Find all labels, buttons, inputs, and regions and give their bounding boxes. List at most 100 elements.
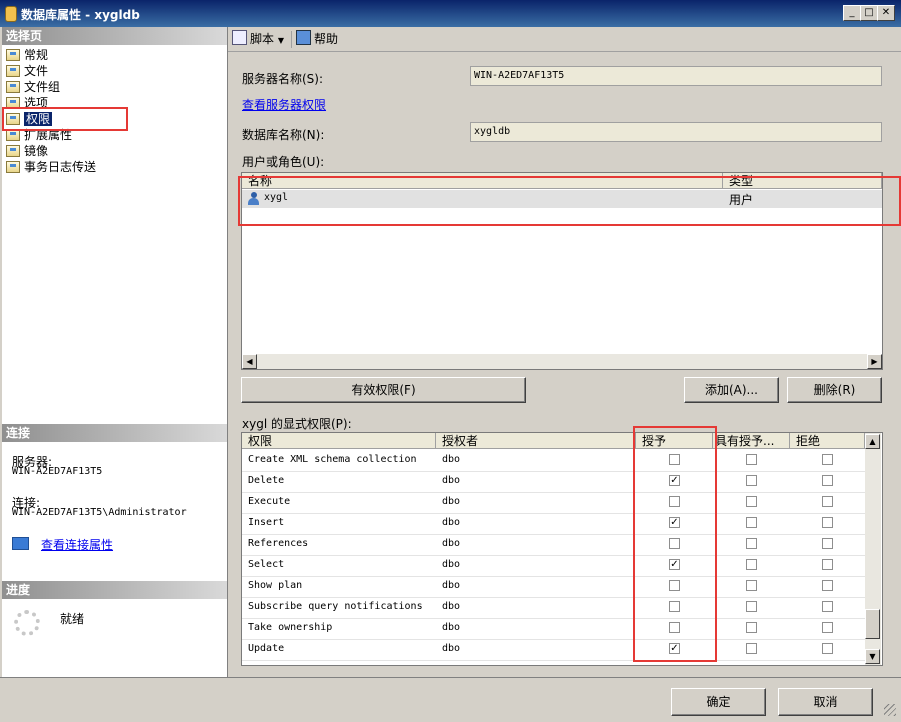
view-connection-properties[interactable]: 查看连接属性 xyxy=(12,536,113,553)
scroll-up-icon[interactable]: ▲ xyxy=(865,434,880,449)
scroll-left-icon[interactable]: ◀ xyxy=(242,354,257,369)
users-roles-label: 用户或角色(U): xyxy=(242,155,325,169)
with-grant-checkbox[interactable] xyxy=(746,517,757,528)
with-grant-checkbox[interactable] xyxy=(746,475,757,486)
close-button[interactable]: ✕ xyxy=(877,5,895,21)
view-connection-properties-link[interactable]: 查看连接属性 xyxy=(41,538,113,552)
deny-checkbox[interactable] xyxy=(822,538,833,549)
page-icon xyxy=(6,81,20,93)
permission-grantor: dbo xyxy=(442,643,461,654)
database-icon xyxy=(5,6,17,22)
title-bar: 数据库属性 - xygldb _ □ ✕ xyxy=(0,0,901,27)
server-name-label: 服务器名称(S): xyxy=(242,72,324,86)
permission-grantor: dbo xyxy=(442,496,461,507)
deny-checkbox[interactable] xyxy=(822,475,833,486)
deny-checkbox[interactable] xyxy=(822,496,833,507)
highlight-permissions-nav xyxy=(2,107,128,131)
users-horizontal-scrollbar[interactable]: ◀ ▶ xyxy=(242,354,882,369)
deny-checkbox[interactable] xyxy=(822,580,833,591)
resize-grip-icon[interactable] xyxy=(884,704,896,716)
permission-row[interactable]: References dbo xyxy=(242,534,865,556)
permission-grantor: dbo xyxy=(442,517,461,528)
maximize-button[interactable]: □ xyxy=(860,5,878,21)
remove-button[interactable]: 删除(R) xyxy=(787,377,882,403)
nav-item[interactable]: 文件组 xyxy=(6,79,60,95)
perm-column-with-grant[interactable]: 具有授予... xyxy=(713,433,790,449)
help-label: 帮助 xyxy=(314,32,339,46)
permission-name: Execute xyxy=(248,496,291,507)
db-name-field: xygldb xyxy=(470,122,882,142)
cancel-button[interactable]: 取消 xyxy=(778,688,873,716)
permission-row[interactable]: Insert dbo ✓ xyxy=(242,513,865,535)
deny-checkbox[interactable] xyxy=(822,622,833,633)
permission-grantor: dbo xyxy=(442,559,461,570)
explicit-permissions-label: xygl 的显式权限(P): xyxy=(242,417,352,431)
with-grant-checkbox[interactable] xyxy=(746,454,757,465)
permissions-grid[interactable]: 权限 授权者 授予 具有授予... 拒绝 Create XML schema c… xyxy=(241,432,883,666)
with-grant-checkbox[interactable] xyxy=(746,643,757,654)
permission-row[interactable]: Take ownership dbo xyxy=(242,618,865,640)
add-button[interactable]: 添加(A)... xyxy=(684,377,779,403)
permission-row[interactable]: Select dbo ✓ xyxy=(242,555,865,577)
ok-button[interactable]: 确定 xyxy=(671,688,766,716)
permission-grantor: dbo xyxy=(442,622,461,633)
with-grant-checkbox[interactable] xyxy=(746,496,757,507)
deny-checkbox[interactable] xyxy=(822,643,833,654)
with-grant-checkbox[interactable] xyxy=(746,622,757,633)
script-button[interactable]: 脚本 ▼ xyxy=(232,30,284,48)
permission-name: Take ownership xyxy=(248,622,333,633)
page-icon xyxy=(6,49,20,61)
page-icon xyxy=(6,161,20,173)
permission-grantor: dbo xyxy=(442,538,461,549)
permissions-vertical-scrollbar[interactable]: ▲ ▼ xyxy=(865,433,881,665)
scroll-right-icon[interactable]: ▶ xyxy=(867,354,882,369)
permission-grantor: dbo xyxy=(442,454,461,465)
nav-item[interactable]: 事务日志传送 xyxy=(6,159,96,175)
nav-item-label: 镜像 xyxy=(24,144,49,158)
dropdown-arrow-icon: ▼ xyxy=(277,36,284,45)
deny-checkbox[interactable] xyxy=(822,517,833,528)
effective-permissions-button[interactable]: 有效权限(F) xyxy=(241,377,526,403)
main-pane: 脚本 ▼ 帮助 服务器名称(S): WIN-A2ED7AF13T5 查看服务器权… xyxy=(228,27,901,677)
with-grant-checkbox[interactable] xyxy=(746,538,757,549)
deny-checkbox[interactable] xyxy=(822,454,833,465)
with-grant-checkbox[interactable] xyxy=(746,559,757,570)
server-value: WIN-A2ED7AF13T5 xyxy=(12,466,103,477)
permission-row[interactable]: Update dbo ✓ xyxy=(242,639,865,661)
nav-item[interactable]: 镜像 xyxy=(6,143,48,159)
with-grant-checkbox[interactable] xyxy=(746,580,757,591)
deny-checkbox[interactable] xyxy=(822,601,833,612)
server-name-field: WIN-A2ED7AF13T5 xyxy=(470,66,882,86)
permission-row[interactable]: Subscribe query notifications dbo xyxy=(242,597,865,619)
permission-name: Update xyxy=(248,643,285,654)
dialog-footer: 确定 取消 xyxy=(0,677,901,722)
permission-name: Select xyxy=(248,559,285,570)
nav-item[interactable]: 文件 xyxy=(6,63,48,79)
scroll-down-icon[interactable]: ▼ xyxy=(865,649,880,664)
view-server-permissions-link[interactable]: 查看服务器权限 xyxy=(242,96,326,113)
help-button[interactable]: 帮助 xyxy=(296,30,338,48)
nav-item-label: 事务日志传送 xyxy=(24,160,97,174)
nav-item[interactable]: 常规 xyxy=(6,47,48,63)
script-icon xyxy=(232,30,247,45)
nav-item-label: 文件 xyxy=(24,64,49,78)
with-grant-checkbox[interactable] xyxy=(746,601,757,612)
perm-column-permission[interactable]: 权限 xyxy=(242,433,436,449)
permissions-rows: Create XML schema collection dbo Delete dbo… xyxy=(242,450,865,665)
nav-item-label: 文件组 xyxy=(24,80,61,94)
permission-name: Delete xyxy=(248,475,285,486)
permission-row[interactable]: Execute dbo xyxy=(242,492,865,514)
perm-column-deny[interactable]: 拒绝 xyxy=(790,433,865,449)
permission-row[interactable]: Show plan dbo xyxy=(242,576,865,598)
progress-status: 就绪 xyxy=(60,612,85,626)
minimize-button[interactable]: _ xyxy=(843,5,861,21)
permission-row[interactable]: Create XML schema collection dbo xyxy=(242,450,865,472)
deny-checkbox[interactable] xyxy=(822,559,833,570)
permission-row[interactable]: Delete dbo ✓ xyxy=(242,471,865,493)
db-name-label: 数据库名称(N): xyxy=(242,128,325,142)
perm-column-grantor[interactable]: 授权者 xyxy=(436,433,636,449)
scroll-thumb[interactable] xyxy=(865,609,880,639)
permission-name: Subscribe query notifications xyxy=(248,601,423,612)
highlight-grant-column xyxy=(633,426,717,662)
progress-spinner-icon xyxy=(14,610,40,636)
